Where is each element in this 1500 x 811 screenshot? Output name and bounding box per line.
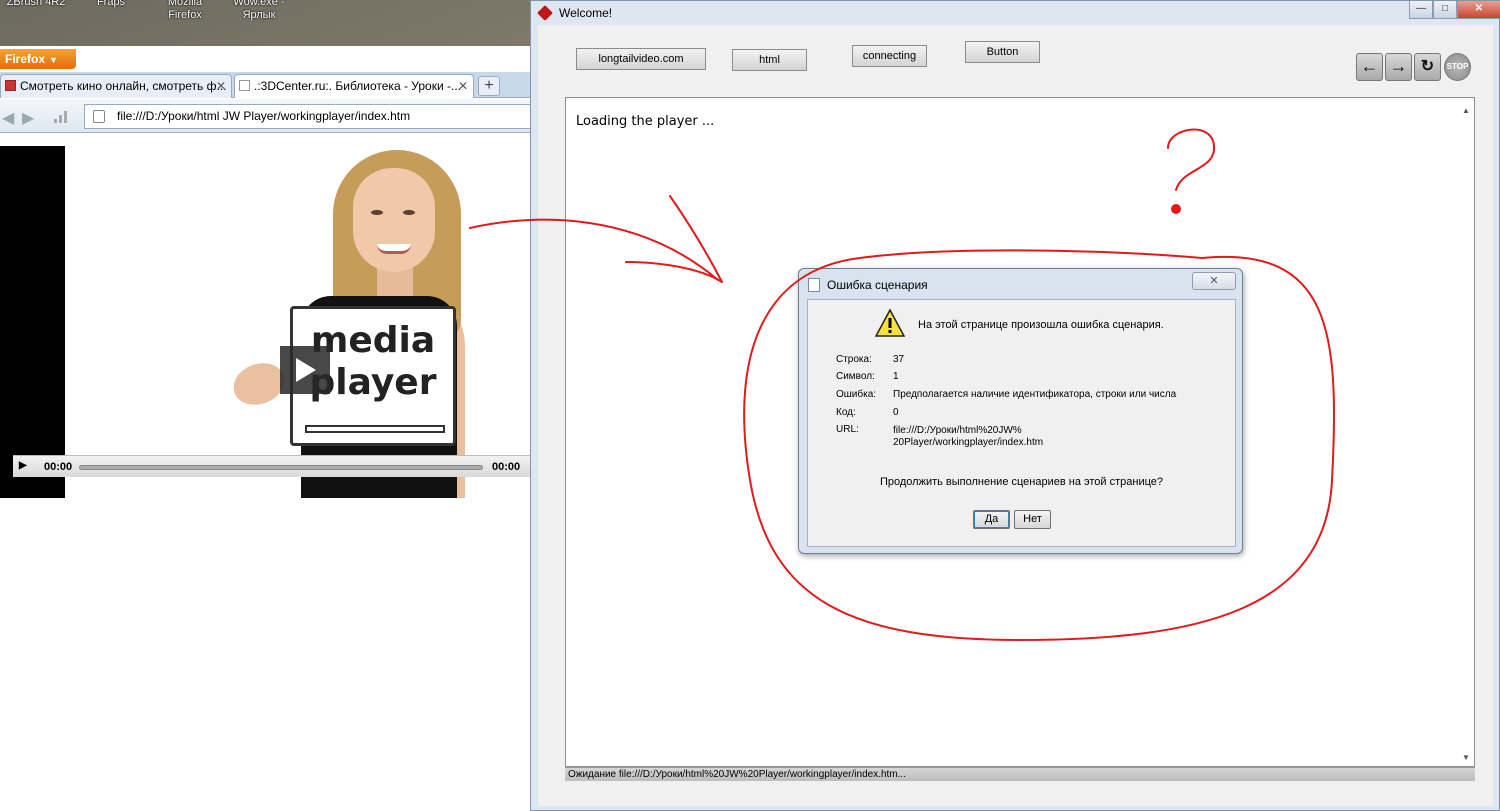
desktop-icon-firefox[interactable]: Mozilla Firefox (160, 0, 210, 22)
signal-bars-icon[interactable] (54, 109, 72, 123)
row-value-line: 37 (893, 354, 905, 365)
video-play-button[interactable] (280, 346, 330, 394)
navigation-bar: ◀ ▶ file:///D:/Уроки/html JW Player/work… (0, 99, 532, 133)
row-value-code: 0 (893, 407, 899, 418)
app-icon (537, 5, 553, 21)
row-value-error: Предполагается наличие идентификатора, с… (893, 389, 1177, 400)
eye (403, 210, 415, 215)
close-tab-icon[interactable]: ✕ (458, 75, 468, 97)
row-label-error: Ошибка: (836, 389, 877, 400)
page-icon (93, 110, 105, 123)
desktop-icon-label: Fraps (96, 0, 126, 8)
seek-bar[interactable] (79, 465, 483, 470)
back-arrow-icon[interactable]: ◀ (2, 108, 14, 128)
longtailvideo-button[interactable]: longtailvideo.com (576, 48, 706, 70)
vertical-scrollbar[interactable]: ▲ ▼ (1458, 98, 1474, 766)
firefox-menu-label: Firefox (5, 52, 46, 66)
tab-label: .:3DCenter.ru:. Библиотека - Уроки -... (254, 79, 461, 93)
loading-message: Loading the player ... (576, 114, 715, 129)
row-label-line: Строка: (836, 354, 872, 365)
dialog-close-button[interactable]: ✕ (1192, 272, 1236, 290)
script-error-dialog: Ошибка сценария ✕ На этой странице произ… (798, 268, 1243, 554)
dialog-title: Ошибка сценария (827, 278, 928, 292)
window-title: Welcome! (559, 6, 613, 20)
tab-kino[interactable]: Смотреть кино онлайн, смотреть ф... ✕ (0, 74, 232, 98)
yes-button[interactable]: Да (973, 510, 1010, 529)
row-label-code: Код: (836, 407, 856, 418)
row-label-char: Символ: (836, 371, 875, 382)
address-text: file:///D:/Уроки/html JW Player/workingp… (117, 109, 411, 123)
black-sidebar (0, 146, 65, 498)
maximize-button[interactable]: □ (1433, 1, 1457, 19)
address-bar[interactable]: file:///D:/Уроки/html JW Player/workingp… (84, 104, 532, 129)
page-content: media player (0, 146, 532, 498)
desktop-icon-label: Wow.exe - Ярлык (233, 0, 285, 21)
connecting-button[interactable]: connecting (852, 45, 927, 67)
browser-nav-icons: ← → ↻ STOP (1356, 53, 1474, 81)
row-value-url-line1: file:///D:/Уроки/html%20JW% (893, 425, 1022, 436)
minimize-icon: — (1416, 3, 1426, 14)
scroll-up-icon[interactable]: ▲ (1462, 106, 1470, 115)
back-arrow-icon[interactable]: ← (1356, 53, 1383, 81)
warning-icon (875, 308, 905, 337)
continue-question: Продолжить выполнение сценариев на этой … (879, 476, 1164, 488)
generic-button[interactable]: Button (965, 41, 1040, 63)
tab-label: Смотреть кино онлайн, смотреть ф... (20, 79, 227, 93)
desktop-icon-zbrush[interactable]: ZBrush 4R2 (6, 0, 66, 9)
close-button[interactable]: ✕ (1457, 1, 1500, 19)
player-controls: ▶ 00:00 00:00 (13, 455, 532, 477)
close-icon: ✕ (1474, 3, 1484, 14)
dialog-body: На этой странице произошла ошибка сценар… (807, 299, 1236, 547)
plus-icon: + (484, 77, 494, 94)
tab-bar: Смотреть кино онлайн, смотреть ф... ✕ .:3… (0, 72, 532, 98)
play-icon[interactable]: ▶ (19, 460, 27, 471)
video-frame[interactable]: media player (65, 146, 532, 498)
desktop-icon-wow[interactable]: Wow.exe - Ярлык (228, 0, 290, 22)
tab-favicon-icon (5, 80, 16, 91)
mouth (377, 244, 411, 254)
tab-favicon-icon (239, 80, 250, 91)
html-button[interactable]: html (732, 49, 807, 71)
document-icon (808, 278, 820, 292)
minimize-button[interactable]: — (1409, 1, 1433, 19)
row-value-char: 1 (893, 371, 899, 382)
forward-arrow-icon[interactable]: ▶ (22, 108, 34, 128)
eye (371, 210, 383, 215)
new-tab-button[interactable]: + (478, 76, 500, 96)
firefox-window: Firefox ▼ Смотреть кино онлайн, смотреть … (0, 46, 532, 811)
no-button[interactable]: Нет (1014, 510, 1051, 529)
desktop-icon-fraps[interactable]: Fraps (88, 0, 134, 9)
error-message: На этой странице произошла ошибка сценар… (918, 319, 1164, 331)
close-tab-icon[interactable]: ✕ (216, 75, 226, 97)
row-label-url: URL: (836, 424, 859, 435)
close-icon: ✕ (1209, 275, 1219, 287)
row-value-url-line2: 20Player/workingplayer/index.htm (893, 437, 1044, 448)
elapsed-time: 00:00 (44, 461, 73, 473)
desktop-icon-label: Mozilla Firefox (167, 0, 203, 21)
stop-icon[interactable]: STOP (1444, 53, 1471, 81)
total-time: 00:00 (492, 461, 521, 473)
presenter-face (353, 168, 435, 272)
play-icon (296, 358, 316, 382)
chevron-down-icon: ▼ (49, 55, 58, 65)
status-bar: Ожидание file:///D:/Уроки/html%20JW%20Pl… (565, 767, 1475, 781)
maximize-icon: □ (1441, 3, 1449, 14)
refresh-icon[interactable]: ↻ (1414, 53, 1441, 81)
tab-3dcenter[interactable]: .:3DCenter.ru:. Библиотека - Уроки -... ✕ (234, 74, 474, 98)
sign-drawing (305, 425, 445, 433)
title-bar[interactable]: Welcome! — □ ✕ (531, 1, 1500, 25)
scroll-down-icon[interactable]: ▼ (1462, 753, 1470, 762)
desktop-icon-label: ZBrush 4R2 (6, 0, 66, 8)
firefox-menu-button[interactable]: Firefox ▼ (0, 49, 76, 69)
forward-arrow-icon[interactable]: → (1385, 53, 1412, 81)
